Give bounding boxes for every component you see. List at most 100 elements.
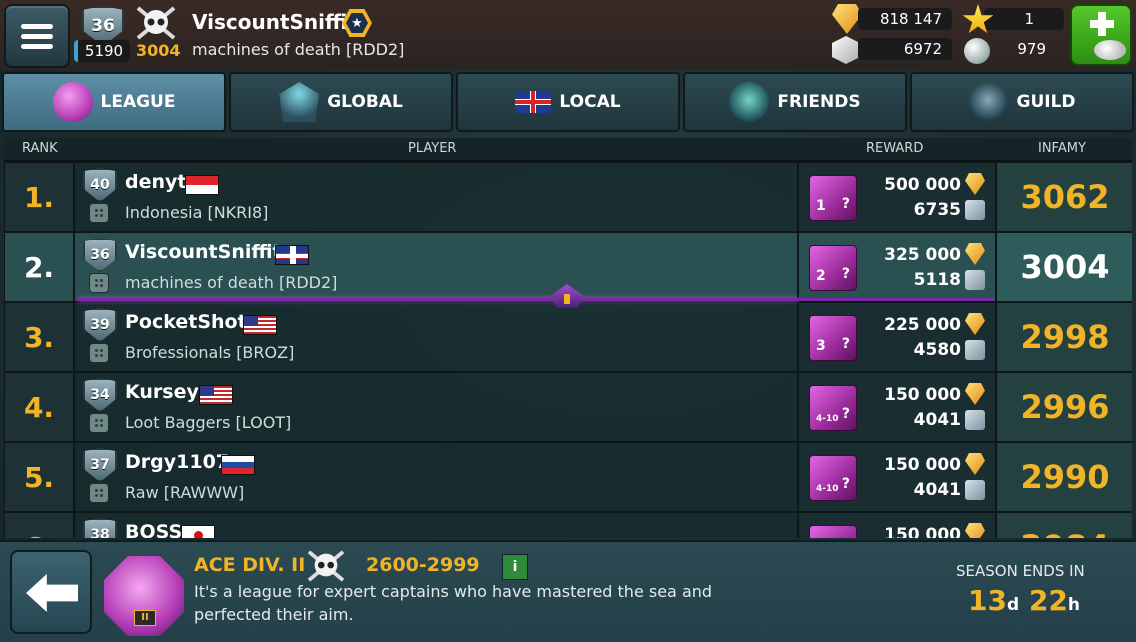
infamy-cell: 2996 — [996, 372, 1132, 442]
reward-silver: 6735 — [913, 200, 961, 220]
player-name: Drgy1107 — [125, 451, 230, 473]
infamy-cell: 2998 — [996, 302, 1132, 372]
reward-cell[interactable]: 1? 500 000 6735 — [798, 162, 996, 232]
guild-emblem-icon — [89, 343, 109, 363]
division-footer: II ACE DIV. II 2600-2999 i It's a league… — [0, 540, 1136, 642]
rank-cell: 6. — [4, 512, 74, 538]
player-guild: Loot Baggers [LOOT] — [125, 413, 292, 432]
silver-icon — [965, 270, 985, 290]
us-flag-icon — [243, 315, 277, 335]
gold-counter: 818 147 — [858, 8, 952, 30]
tab-label: FRIENDS — [777, 92, 861, 112]
tab-friends[interactable]: FRIENDS — [683, 72, 907, 132]
tab-league[interactable]: LEAGUE — [2, 72, 226, 132]
gold-icon — [965, 453, 985, 475]
xp-counter: 5190 — [74, 40, 130, 62]
reward-silver: 4041 — [913, 480, 961, 500]
chest-icon: 2? — [809, 245, 857, 291]
table-row[interactable]: 5. 37 Drgy1107 Raw [RAWWW] 4-10? 150 000… — [4, 442, 1132, 512]
table-row[interactable]: 3. 39 PocketShot Brofessionals [BROZ] 3?… — [4, 302, 1132, 372]
player-level: 34 — [90, 387, 110, 403]
reward-cell[interactable]: 4-10? 150 000 4041 — [798, 442, 996, 512]
tab-local[interactable]: LOCAL — [456, 72, 680, 132]
column-headers: RANK PLAYER REWARD INFAMY — [4, 138, 1132, 162]
guild-emblem-icon — [89, 203, 109, 223]
reward-gold: 325 000 — [884, 245, 961, 265]
tab-guild[interactable]: GUILD — [910, 72, 1134, 132]
chest-icon: 4-10? — [809, 525, 857, 538]
player-cell[interactable]: 40 denyt Indonesia [NKRI8] — [74, 162, 798, 232]
season-ends-label: SEASON ENDS IN — [956, 562, 1085, 580]
leaderboard-list[interactable]: 1. 40 denyt Indonesia [NKRI8] 1? 500 000… — [4, 162, 1132, 538]
player-cell[interactable]: 38 BOSS — [74, 512, 798, 538]
shop-plus-button[interactable] — [1070, 4, 1132, 66]
days-value: 13 — [968, 584, 1007, 617]
rank-cell: 5. — [4, 442, 74, 512]
tab-global[interactable]: GLOBAL — [229, 72, 453, 132]
reward-gold: 150 000 — [884, 455, 961, 475]
info-button[interactable]: i — [502, 554, 528, 580]
chest-tier: 3 — [816, 338, 826, 354]
player-level: 36 — [91, 16, 115, 36]
player-name: ViscountSniffit — [125, 241, 282, 263]
guild-emblem-icon — [89, 413, 109, 433]
level-shield-icon: 36 — [83, 238, 117, 272]
silver-icon — [832, 36, 860, 64]
skull-crossbones-icon — [307, 550, 345, 582]
days-unit: d — [1006, 595, 1020, 615]
table-row[interactable]: 6. 38 BOSS 4-10? 150 000 2984 — [4, 512, 1132, 538]
table-row[interactable]: 4. 34 Kursey Loot Baggers [LOOT] 4-10? 1… — [4, 372, 1132, 442]
silver-icon — [965, 480, 985, 500]
player-name: BOSS — [125, 521, 183, 538]
player-name: denyt — [125, 171, 187, 193]
reward-silver: 5118 — [913, 270, 961, 290]
reward-cell[interactable]: 4-10? 150 000 4041 — [798, 372, 996, 442]
infamy-cell: 2984 — [996, 512, 1132, 538]
reward-gold: 225 000 — [884, 315, 961, 335]
player-level: 37 — [90, 457, 110, 473]
player-name[interactable]: ViscountSniffit — [192, 10, 357, 34]
division-paw-badge-icon: II — [104, 556, 184, 636]
infamy-cell: 3004 — [996, 232, 1132, 302]
rank-cell: 2. — [4, 232, 74, 302]
reward-silver: 4041 — [913, 410, 961, 430]
player-cell[interactable]: 39 PocketShot Brofessionals [BROZ] — [74, 302, 798, 372]
season-countdown: 13d 22h — [968, 584, 1080, 617]
chest-tier: 1 — [816, 198, 826, 214]
infamy-header: INFAMY — [1038, 141, 1086, 156]
chest-tier: 4-10 — [816, 414, 839, 424]
plus-icon — [1090, 12, 1114, 36]
chest-icon: 1? — [809, 175, 857, 221]
rank-cell: 1. — [4, 162, 74, 232]
gold-icon — [965, 243, 985, 265]
gold-icon — [965, 173, 985, 195]
slovenia-flag-icon — [221, 455, 255, 475]
player-cell[interactable]: 37 Drgy1107 Raw [RAWWW] — [74, 442, 798, 512]
back-button[interactable] — [10, 550, 92, 634]
silver-icon — [965, 200, 985, 220]
chest-icon: 4-10? — [809, 385, 857, 431]
player-guild: Raw [RAWWW] — [125, 483, 245, 502]
level-shield-icon: 37 — [83, 448, 117, 482]
chest-mark: ? — [841, 336, 850, 352]
player-guild: machines of death [RDD2] — [125, 273, 338, 292]
table-row[interactable]: 1. 40 denyt Indonesia [NKRI8] 1? 500 000… — [4, 162, 1132, 232]
menu-button[interactable] — [4, 4, 70, 68]
player-cell[interactable]: 34 Kursey Loot Baggers [LOOT] — [74, 372, 798, 442]
reward-cell[interactable]: 2? 325 000 5118 — [798, 232, 996, 302]
reward-cell[interactable]: 3? 225 000 4580 — [798, 302, 996, 372]
us-flag-icon — [199, 385, 233, 405]
player-cell[interactable]: 36 ViscountSniffit machines of death [RD… — [74, 232, 798, 302]
global-ghost-icon — [279, 82, 320, 122]
reward-gold: 500 000 — [884, 175, 961, 195]
infamy-cell: 3062 — [996, 162, 1132, 232]
player-level: 36 — [90, 247, 110, 263]
chest-tier: 2 — [816, 268, 826, 284]
chest-icon: 4-10? — [809, 455, 857, 501]
tab-label: LEAGUE — [100, 92, 176, 112]
reward-gold: 150 000 — [884, 385, 961, 405]
level-shield-icon: 38 — [83, 518, 117, 538]
player-guild: Brofessionals [BROZ] — [125, 343, 295, 362]
player-name: Kursey — [125, 381, 199, 403]
reward-cell[interactable]: 4-10? 150 000 — [798, 512, 996, 538]
